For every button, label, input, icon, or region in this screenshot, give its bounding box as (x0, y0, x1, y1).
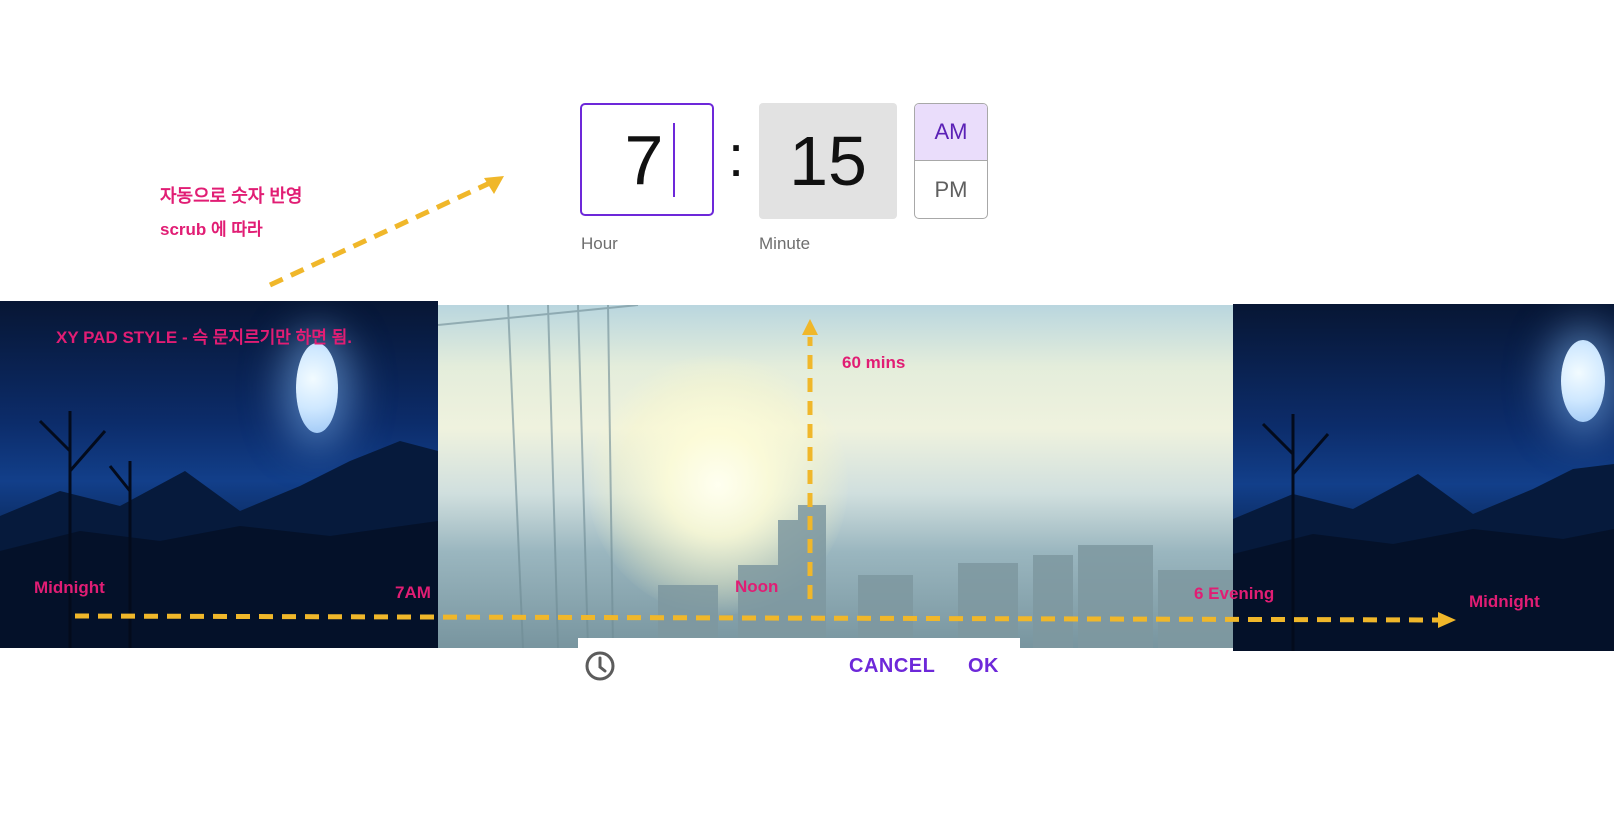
timeline-label-midnight-start: Midnight (34, 578, 105, 597)
ok-button[interactable]: OK (968, 655, 999, 678)
am-pm-toggle: AM PM (914, 103, 988, 219)
timeline-label-midnight-end: Midnight (1469, 592, 1540, 611)
text-caret (673, 122, 676, 197)
pm-button[interactable]: PM (915, 161, 987, 218)
annotation-xy-pad: XY PAD STYLE - 슥 문지르기만 하면 됨. (56, 328, 352, 347)
hour-label: Hour (581, 234, 618, 253)
minute-label: Minute (759, 234, 811, 253)
am-button[interactable]: AM (915, 104, 987, 161)
annotation-arrow-timeline (74, 612, 1456, 628)
annotation-arrow-up-right (268, 176, 504, 288)
timeline-label-7am: 7AM (395, 583, 431, 602)
timeline-label-evening: 6 Evening (1194, 584, 1275, 603)
clock-icon[interactable] (584, 650, 616, 687)
cancel-button[interactable]: CANCEL (849, 655, 935, 678)
timeline-label-noon: Noon (735, 577, 779, 596)
time-separator: : (728, 124, 745, 189)
annotation-60-mins: 60 mins (842, 353, 906, 372)
annotation-scrub: scrub 에 따라 (160, 220, 263, 239)
dialog-footer (578, 638, 1020, 694)
minute-input[interactable]: 15 (759, 103, 897, 219)
hour-value: 7 (624, 120, 664, 199)
hour-input[interactable]: 7 (580, 103, 714, 216)
annotation-arrow-vertical (802, 319, 818, 599)
night-scene-right (1233, 304, 1614, 651)
day-city-scene (438, 305, 1233, 648)
